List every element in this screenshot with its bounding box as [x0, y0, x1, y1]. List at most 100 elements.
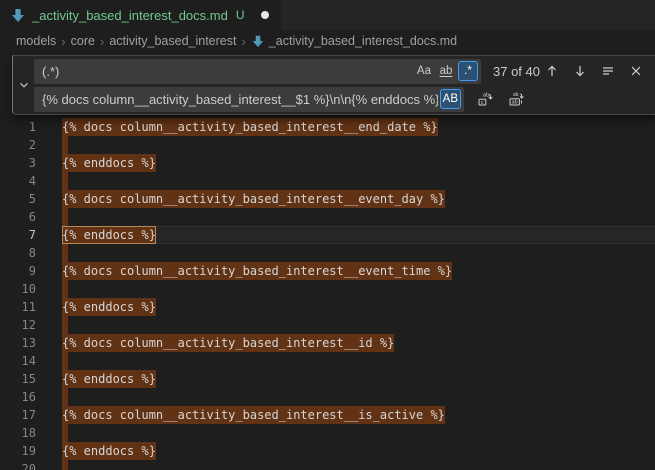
- find-row: (.*) Aa ab .* 37 of 40: [34, 59, 647, 84]
- whole-word-toggle[interactable]: ab: [436, 61, 456, 81]
- code-line[interactable]: 8: [0, 244, 655, 262]
- find-match-highlight: [62, 172, 68, 190]
- line-content: [62, 136, 655, 154]
- code-line[interactable]: 12: [0, 316, 655, 334]
- code-line[interactable]: 7{% enddocs %}: [0, 226, 655, 244]
- find-match-highlight: {% enddocs %}: [62, 298, 156, 316]
- chevron-right-icon: ›: [60, 34, 66, 49]
- replace-input[interactable]: {% docs column__activity_based_interest_…: [34, 87, 464, 112]
- editor-pane[interactable]: (.*) Aa ab .* 37 of 40: [0, 52, 655, 470]
- toggle-replace-button[interactable]: [13, 56, 34, 114]
- breadcrumb-item-file[interactable]: _activity_based_interest_docs.md: [251, 34, 457, 48]
- line-number: 11: [0, 298, 36, 316]
- code-line[interactable]: 11 {% enddocs %}: [0, 298, 655, 316]
- line-content: {% enddocs %}: [62, 298, 655, 316]
- code-line[interactable]: 1 {% docs column__activity_based_interest…: [0, 118, 655, 136]
- line-number: 4: [0, 172, 36, 190]
- replace-button[interactable]: ab c: [474, 88, 496, 110]
- code-line[interactable]: 18: [0, 424, 655, 442]
- code-line[interactable]: 9{% docs column__activity_based_interest…: [0, 262, 655, 280]
- code-line[interactable]: 4: [0, 172, 655, 190]
- match-case-toggle[interactable]: Aa: [414, 61, 434, 81]
- editor-tab[interactable]: _activity_based_interest_docs.md U: [0, 0, 281, 30]
- code-line[interactable]: 3 {% enddocs %}: [0, 154, 655, 172]
- code-line[interactable]: 16: [0, 388, 655, 406]
- svg-text:c: c: [481, 100, 484, 106]
- breadcrumb-item-folder[interactable]: activity_based_interest: [109, 34, 236, 48]
- line-content: {% docs column__activity_based_interest_…: [62, 406, 655, 424]
- markdown-file-icon: [251, 34, 265, 48]
- line-number: 12: [0, 316, 36, 334]
- line-number: 14: [0, 352, 36, 370]
- line-content: [62, 424, 655, 442]
- line-content: {% docs column__activity_based_interest_…: [62, 262, 655, 280]
- line-number: 13: [0, 334, 36, 352]
- breadcrumb-file-label: _activity_based_interest_docs.md: [269, 34, 457, 48]
- chevron-right-icon: ›: [240, 34, 246, 49]
- line-number: 17: [0, 406, 36, 424]
- find-match-highlight: [62, 244, 68, 262]
- chevron-down-icon: [17, 78, 31, 92]
- code-line[interactable]: 5 {% docs column__activity_based_interest…: [0, 190, 655, 208]
- find-match-highlight: {% docs column__activity_based_interest_…: [62, 190, 445, 208]
- line-content: {% enddocs %}: [62, 154, 655, 172]
- svg-text:ab: ab: [483, 93, 489, 99]
- line-content: [62, 244, 655, 262]
- code-line[interactable]: 15{% enddocs %}: [0, 370, 655, 388]
- find-match-highlight: {% docs column__activity_based_interest_…: [62, 262, 452, 280]
- code-line[interactable]: 10: [0, 280, 655, 298]
- svg-text:ab: ab: [513, 92, 519, 98]
- replace-icon: ab c: [477, 91, 493, 107]
- previous-match-button[interactable]: [541, 60, 563, 82]
- line-number: 7: [0, 226, 36, 244]
- unsaved-dot-icon[interactable]: [261, 11, 269, 19]
- code-line[interactable]: 2: [0, 136, 655, 154]
- breadcrumb: models › core › activity_based_interest …: [0, 30, 655, 52]
- line-number: 1: [0, 118, 36, 136]
- line-content: [62, 316, 655, 334]
- replace-all-icon: ab ab: [508, 91, 524, 107]
- preserve-case-toggle[interactable]: AB: [440, 89, 461, 109]
- find-match-highlight: [62, 460, 68, 470]
- line-number: 5: [0, 190, 36, 208]
- find-match-highlight: {% enddocs %}: [62, 154, 156, 172]
- chevron-right-icon: ›: [99, 34, 105, 49]
- find-in-selection-button[interactable]: [597, 60, 619, 82]
- line-number: 10: [0, 280, 36, 298]
- breadcrumb-item-core[interactable]: core: [71, 34, 95, 48]
- find-match-highlight: [62, 208, 68, 226]
- find-match-highlight: [62, 424, 68, 442]
- find-match-highlight: [62, 388, 68, 406]
- replace-all-button[interactable]: ab ab: [505, 88, 527, 110]
- find-input[interactable]: (.*) Aa ab .*: [34, 59, 481, 84]
- line-content: [62, 208, 655, 226]
- close-find-button[interactable]: [625, 60, 647, 82]
- code-line[interactable]: 17 {% docs column__activity_based_interes…: [0, 406, 655, 424]
- find-match-highlight: [62, 280, 68, 298]
- tab-filename: _activity_based_interest_docs.md: [32, 8, 228, 23]
- code-line[interactable]: 20: [0, 460, 655, 470]
- tab-bar: _activity_based_interest_docs.md U: [0, 0, 655, 30]
- code-line[interactable]: 13 {% docs column__activity_based_interes…: [0, 334, 655, 352]
- line-number: 19: [0, 442, 36, 460]
- line-number: 2: [0, 136, 36, 154]
- markdown-file-icon: [10, 7, 26, 23]
- line-content: {% docs column__activity_based_interest_…: [62, 334, 655, 352]
- match-count: 37 of 40: [493, 64, 540, 79]
- next-match-button[interactable]: [569, 60, 591, 82]
- line-content: {% docs column__activity_based_interest_…: [62, 118, 655, 136]
- breadcrumb-item-models[interactable]: models: [16, 34, 56, 48]
- code-line[interactable]: 19{% enddocs %}: [0, 442, 655, 460]
- code-line[interactable]: 14: [0, 352, 655, 370]
- code-line[interactable]: 6: [0, 208, 655, 226]
- find-match-highlight: {% enddocs %}: [62, 370, 156, 388]
- line-content: {% enddocs %}: [62, 370, 655, 388]
- selection-lines-icon: [600, 63, 616, 79]
- regex-toggle[interactable]: .*: [458, 61, 478, 81]
- svg-text:ab: ab: [512, 100, 518, 106]
- line-number: 3: [0, 154, 36, 172]
- line-number: 16: [0, 388, 36, 406]
- git-status-badge: U: [236, 8, 245, 22]
- find-match-highlight: [62, 352, 68, 370]
- line-content: [62, 172, 655, 190]
